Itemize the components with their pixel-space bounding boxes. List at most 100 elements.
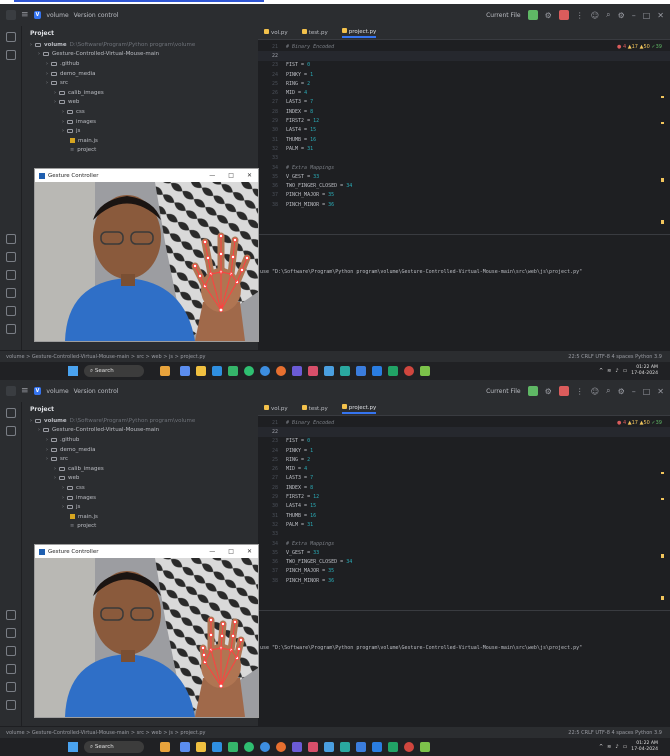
project-tree-item[interactable]: › web xyxy=(22,474,258,484)
debug-icon[interactable]: ⚙ xyxy=(545,387,552,396)
code-editor[interactable]: vol.py test.py project.py ● 4 ▲17 ▲50 ✓39 … xyxy=(258,26,670,234)
problems-icon[interactable] xyxy=(6,700,16,710)
minimize-icon[interactable]: – xyxy=(632,11,636,20)
run-console[interactable]: use "D:\Software\Program\Python program\… xyxy=(258,234,670,350)
problems-icon[interactable] xyxy=(6,324,16,334)
vcs-menu[interactable]: Version control xyxy=(74,12,119,19)
services-icon[interactable] xyxy=(6,270,16,280)
app-icon-purple[interactable] xyxy=(292,742,302,752)
spotify-icon[interactable] xyxy=(244,742,254,752)
task-view-icon[interactable] xyxy=(180,366,190,376)
terminal-icon[interactable] xyxy=(6,306,16,316)
project-tool-icon[interactable] xyxy=(6,408,16,418)
vscode-icon[interactable] xyxy=(356,742,366,752)
chrome-icon[interactable] xyxy=(404,366,414,376)
error-stripe[interactable] xyxy=(661,442,664,602)
spotify-icon[interactable] xyxy=(244,366,254,376)
services-icon[interactable] xyxy=(6,646,16,656)
excel-icon[interactable] xyxy=(388,742,398,752)
chevron-icon[interactable]: › xyxy=(38,51,40,57)
user-icon[interactable]: ☺ xyxy=(591,387,599,396)
project-tree-item[interactable]: › images xyxy=(22,493,258,503)
project-panel-header[interactable]: Project xyxy=(22,402,258,416)
chevron-icon[interactable]: › xyxy=(46,80,48,86)
word-icon[interactable] xyxy=(372,742,382,752)
camera-window-titlebar[interactable]: Gesture Controller — □ ✕ xyxy=(35,545,258,558)
chevron-icon[interactable]: › xyxy=(54,475,56,481)
taskbar-search[interactable]: ⌕ Search xyxy=(84,365,144,377)
taskbar-search[interactable]: ⌕ Search xyxy=(84,741,144,753)
word-icon[interactable] xyxy=(372,366,382,376)
widgets-icon[interactable] xyxy=(160,366,170,376)
stop-icon[interactable] xyxy=(558,386,569,396)
more-icon[interactable]: ⋮ xyxy=(576,387,584,396)
chevron-icon[interactable]: › xyxy=(54,99,56,105)
settings-gear-icon[interactable]: ⚙ xyxy=(618,11,625,20)
chevron-icon[interactable]: › xyxy=(46,437,48,443)
chrome-icon[interactable] xyxy=(404,742,414,752)
project-tree-item[interactable]: › src xyxy=(22,78,258,88)
pycharm-icon[interactable] xyxy=(420,742,430,752)
app-icon-purple[interactable] xyxy=(292,366,302,376)
windows-start-icon[interactable] xyxy=(68,742,78,752)
gesture-controller-window[interactable]: Gesture Controller — □ ✕ xyxy=(34,168,259,342)
gesture-controller-window[interactable]: Gesture Controller — □ ✕ xyxy=(34,544,259,718)
clock[interactable]: 01:22 AM 17-04-2024 xyxy=(631,741,658,753)
chevron-icon[interactable]: › xyxy=(62,504,64,510)
project-tree-item[interactable]: › demo_media xyxy=(22,69,258,79)
search-icon[interactable]: ⌕ xyxy=(606,386,610,396)
chevron-icon[interactable]: › xyxy=(62,495,64,501)
editor-tab[interactable]: vol.py xyxy=(264,405,288,412)
editor-tab[interactable]: project.py xyxy=(341,403,377,414)
close-icon[interactable]: ✕ xyxy=(657,11,664,20)
stop-icon[interactable] xyxy=(558,10,569,20)
task-view-icon[interactable] xyxy=(180,742,190,752)
project-tree-item[interactable]: › .github xyxy=(22,59,258,69)
project-tree-item[interactable]: › volume D:\Software\Program\Python progra… xyxy=(22,40,258,50)
project-tree-item[interactable]: › calib_images xyxy=(22,88,258,98)
chevron-icon[interactable]: › xyxy=(46,71,48,77)
project-tree-item[interactable]: › css xyxy=(22,107,258,117)
chevron-icon[interactable]: › xyxy=(46,456,48,462)
project-tool-icon[interactable] xyxy=(6,32,16,42)
vcs-menu[interactable]: Version control xyxy=(74,388,119,395)
widgets-icon[interactable] xyxy=(160,742,170,752)
chevron-icon[interactable]: › xyxy=(38,427,40,433)
close-icon[interactable]: ✕ xyxy=(657,387,664,396)
chevron-icon[interactable]: › xyxy=(30,42,32,48)
editor-tab[interactable]: vol.py xyxy=(264,29,288,36)
run-config-select[interactable]: Current File xyxy=(486,388,520,395)
run-icon[interactable] xyxy=(527,10,538,20)
navigation-breadcrumb[interactable]: volume > Gesture-Controlled-Virtual-Mous… xyxy=(0,730,205,736)
system-tray[interactable]: ^ ≋ ♪ ▭ 01:22 AM 17-04-2024 xyxy=(599,362,658,380)
chevron-icon[interactable]: › xyxy=(62,119,64,125)
system-tray[interactable]: ^ ≋ ♪ ▭ 01:22 AM 17-04-2024 xyxy=(599,738,658,756)
project-tree-item[interactable]: › volume D:\Software\Program\Python progra… xyxy=(22,416,258,426)
cam-close-icon[interactable]: ✕ xyxy=(247,548,252,555)
browser-icon[interactable] xyxy=(260,366,270,376)
debug-icon[interactable]: ⚙ xyxy=(545,11,552,20)
terminal-icon[interactable] xyxy=(6,682,16,692)
app-icon-red[interactable] xyxy=(308,742,318,752)
firefox-icon[interactable] xyxy=(276,742,286,752)
run-tool-icon[interactable] xyxy=(6,288,16,298)
edge-icon[interactable] xyxy=(212,366,222,376)
store-icon[interactable] xyxy=(228,366,238,376)
cam-close-icon[interactable]: ✕ xyxy=(247,172,252,179)
file-explorer-icon[interactable] xyxy=(196,742,206,752)
mail-icon[interactable] xyxy=(324,742,334,752)
project-switcher[interactable]: volume xyxy=(46,388,68,395)
settings-gear-icon[interactable]: ⚙ xyxy=(618,387,625,396)
status-info[interactable]: 22:5 CRLF UTF-8 4 spaces Python 3.9 xyxy=(568,354,662,360)
main-menu-icon[interactable]: ≡ xyxy=(21,10,29,20)
project-tree-item[interactable]: ≡ project xyxy=(22,146,258,156)
project-tree-item[interactable]: › Gesture-Controlled-Virtual-Mouse-main xyxy=(22,426,258,436)
project-tree-item[interactable]: › .github xyxy=(22,435,258,445)
cam-minimize-icon[interactable]: — xyxy=(209,548,215,555)
user-icon[interactable]: ☺ xyxy=(591,11,599,20)
project-tree-item[interactable]: › images xyxy=(22,117,258,127)
project-tree-item[interactable]: › web xyxy=(22,98,258,108)
project-tree-item[interactable]: › js xyxy=(22,502,258,512)
project-tree-item[interactable]: › Gesture-Controlled-Virtual-Mouse-main xyxy=(22,50,258,60)
python-packages-icon[interactable] xyxy=(6,610,16,620)
